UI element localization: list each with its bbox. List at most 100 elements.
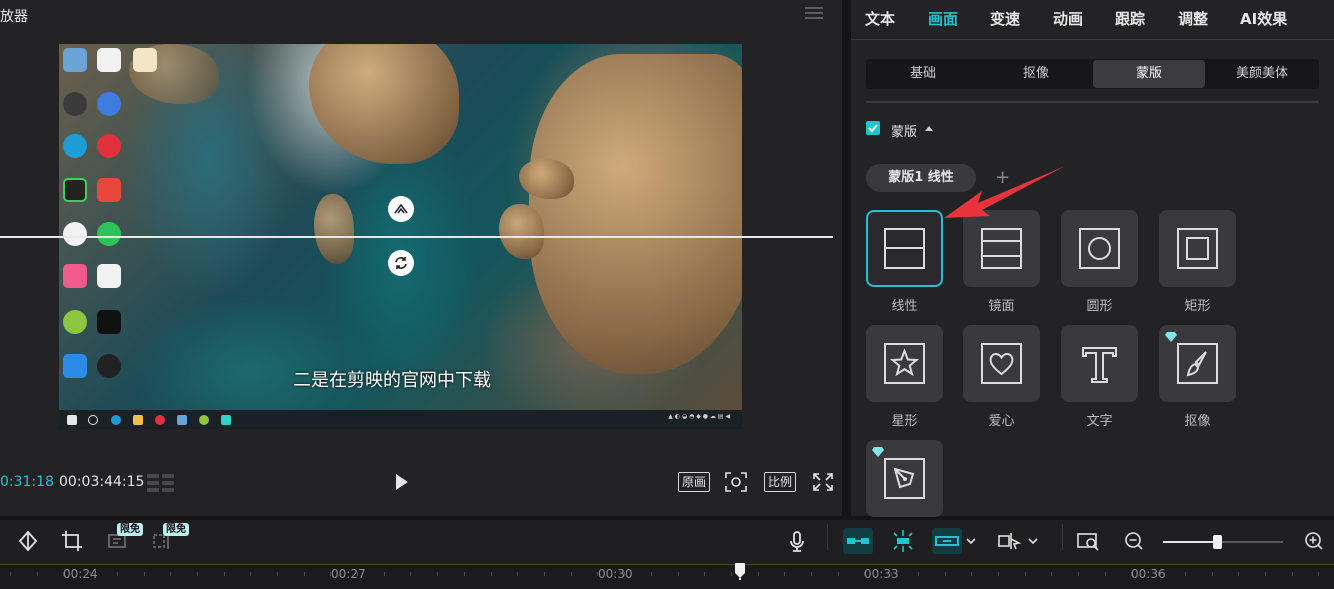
app-icon [155,415,165,425]
chevron-down-icon[interactable] [964,529,978,553]
zoom-thumb[interactable] [1213,535,1222,549]
start-icon [67,415,77,425]
subtitle-text: 二是在剪映的官网中下载 [293,370,491,391]
windows-taskbar: ▲ ◐ ◒ ◓ ◆ ● ☁ ▤ ◀ [59,410,742,429]
mask-heart[interactable] [963,325,1040,402]
tab-speed[interactable]: 变速 [990,8,1020,29]
subtab-mask[interactable]: 蒙版 [1093,60,1205,88]
mask-text[interactable] [1061,325,1138,402]
ruler-tick [90,572,91,576]
divider [1062,524,1063,550]
subtab-basic[interactable]: 基础 [867,60,979,88]
rock-formation [309,44,459,164]
tab-text[interactable]: 文本 [865,8,895,29]
ruler-tick [731,572,732,576]
ruler-tick [784,572,785,576]
mask-circle[interactable] [1061,210,1138,287]
microphone-icon[interactable] [785,529,809,553]
timeline-preview-icon[interactable] [1076,529,1100,553]
rotate-handle-icon[interactable] [388,250,414,276]
grid-icon[interactable] [147,474,175,492]
app-icon [221,415,231,425]
fullscreen-icon[interactable] [813,473,833,491]
mask-line-overlay[interactable] [0,236,833,238]
ruler-tick [1292,572,1293,576]
tab-animation[interactable]: 动画 [1053,8,1083,29]
play-icon[interactable] [393,473,411,491]
linear-mask-icon [884,228,925,269]
mask-label: 文字 [1086,414,1113,429]
ruler-tick [1131,572,1132,576]
mask-enable-checkbox[interactable] [866,121,880,135]
mask-pen[interactable] [866,440,943,517]
rectangle-mask-icon [1177,228,1218,269]
mask-label: 爱心 [988,414,1015,429]
timeline-ruler[interactable]: 00:24 00:27 00:30 00:33 00:36 [0,564,1334,589]
preview-axis-icon[interactable] [997,529,1022,553]
mask-star[interactable] [866,325,943,402]
collapse-caret-icon[interactable] [925,126,933,131]
zoom-in-icon[interactable] [1302,529,1326,553]
mask-rectangle[interactable] [1159,210,1236,287]
app-icon [133,48,157,72]
chevron-down-icon[interactable] [1026,529,1040,553]
ruler-tick [544,572,545,576]
ruler-tick [1158,572,1159,576]
free-badge: 限免 [163,523,189,536]
player-panel: 放器 二是在剪映的官网中下载 ▲ ◐ ◒ ◓ ◆ ● ☁ ▤ ◀ 0:31:18… [0,0,842,516]
mask-cutout[interactable] [1159,325,1236,402]
ruler-tick [1078,572,1079,576]
rock-formation [529,54,742,374]
zoom-out-icon[interactable] [1122,529,1146,553]
wechat-icon [97,222,121,246]
mask-linear[interactable] [866,210,943,287]
mirror-flip-icon[interactable] [16,529,40,553]
crop-icon[interactable] [60,529,84,553]
tab-tracking[interactable]: 跟踪 [1115,8,1145,29]
app-icon [97,48,121,72]
zoom-slider[interactable] [1163,535,1283,549]
cutout-mask-icon [1177,343,1218,384]
ruler-tick [758,572,759,576]
vip-gem-icon [872,447,884,457]
app-icon [63,264,87,288]
feather-handle-icon[interactable] [388,196,414,222]
playhead[interactable] [734,562,746,580]
ruler-tick [250,572,251,576]
mask-label: 星形 [891,414,918,429]
ruler-tick [63,572,64,576]
main-track-magnet-icon[interactable] [843,528,873,554]
ruler-tick [37,572,38,576]
ruler-tick [811,572,812,576]
pen-mask-icon [884,458,925,499]
ruler-tick [891,572,892,576]
mask-label: 线性 [891,299,918,314]
fit-view-icon[interactable] [725,472,747,492]
ruler-label: 00:27 [331,567,366,581]
ratio-button[interactable]: 比例 [764,472,797,492]
rock-formation [499,204,544,259]
ruler-tick [998,572,999,576]
original-quality-button[interactable]: 原画 [678,472,711,492]
tab-ai-effects[interactable]: AI效果 [1240,8,1287,29]
ruler-tick [945,572,946,576]
tab-adjust[interactable]: 调整 [1178,8,1208,29]
ruler-tick [864,572,865,576]
subtab-beauty[interactable]: 美颜美体 [1206,60,1318,88]
vip-gem-icon [1165,332,1177,342]
mask-label: 矩形 [1184,299,1211,314]
tab-picture[interactable]: 画面 [928,8,958,29]
ruler-label: 00:36 [1131,567,1166,581]
menu-icon[interactable] [805,7,823,21]
ruler-tick [1025,572,1026,576]
player-title: 放器 [0,9,28,25]
ruler-tick [1238,572,1239,576]
auto-snap-icon[interactable] [888,528,918,554]
app-icon [63,310,87,334]
linkage-icon[interactable] [932,528,962,554]
subtab-cutout[interactable]: 抠像 [980,60,1092,88]
ruler-tick [704,572,705,576]
ruler-tick [170,572,171,576]
ruler-tick [1318,572,1319,576]
app-icon [97,134,121,158]
